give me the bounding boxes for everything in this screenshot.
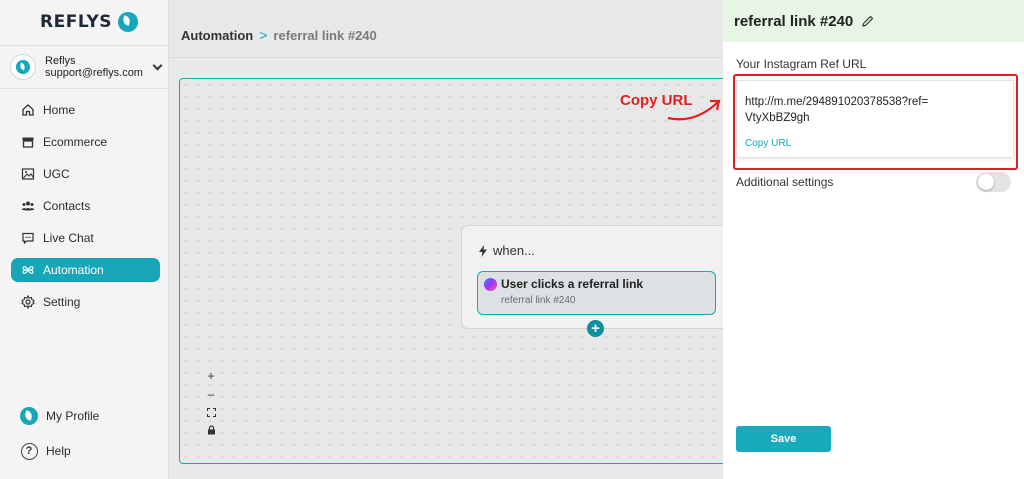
brand-mark-icon	[118, 12, 139, 32]
sidebar-item-automation[interactable]: Automation	[11, 258, 160, 282]
add-step-button[interactable]: +	[587, 320, 604, 337]
sidebar-item-label: Contacts	[43, 199, 91, 213]
account-switcher[interactable]: Reflys support@reflys.com	[0, 45, 169, 89]
toggle-knob	[978, 174, 994, 190]
ref-url-box: http://m.me/294891020378538?ref=VtyXbBZ9…	[736, 80, 1014, 158]
users-icon	[21, 199, 35, 213]
trigger-card[interactable]: User clicks a referral link referral lin…	[477, 271, 716, 315]
annotation-arrow-icon	[667, 99, 721, 121]
trigger-title-text: when...	[493, 243, 535, 258]
my-profile-label: My Profile	[46, 409, 100, 423]
sidebar-item-setting[interactable]: Setting	[11, 290, 160, 314]
sidebar-item-label: Ecommerce	[43, 135, 108, 149]
fit-view-icon[interactable]	[204, 404, 218, 420]
breadcrumb-root[interactable]: Automation	[181, 28, 253, 43]
automation-icon	[21, 263, 35, 277]
account-name: Reflys	[45, 55, 76, 67]
image-icon	[21, 167, 35, 181]
sidebar: REFLYS Reflys support@reflys.com Home Ec…	[0, 0, 169, 479]
sidebar-item-contacts[interactable]: Contacts	[11, 194, 160, 218]
additional-settings-toggle[interactable]	[976, 172, 1011, 192]
trigger-card-title: User clicks a referral link	[501, 277, 644, 291]
brand-logo[interactable]: REFLYS	[40, 12, 139, 32]
lightning-icon	[479, 244, 487, 257]
profile-avatar-icon	[20, 407, 38, 425]
edit-pencil-icon[interactable]	[861, 14, 875, 28]
sidebar-item-label: Setting	[43, 295, 81, 309]
trigger-card-subtitle: referral link #240	[501, 295, 576, 306]
breadcrumb: Automation > referral link #240	[181, 27, 377, 43]
brand-mark-icon	[20, 407, 38, 425]
account-email: support@reflys.com	[45, 67, 143, 79]
brand-mark-icon	[16, 60, 30, 74]
home-icon	[21, 103, 35, 117]
sidebar-item-label: UGC	[43, 167, 70, 181]
additional-settings-label: Additional settings	[736, 175, 834, 189]
sidebar-item-ugc[interactable]: UGC	[11, 162, 160, 186]
zoom-in-button[interactable]: +	[204, 368, 218, 384]
panel-header: referral link #240	[723, 0, 1024, 42]
chevron-down-icon[interactable]	[152, 60, 163, 71]
help-label: Help	[46, 444, 71, 458]
store-icon	[21, 135, 35, 149]
trigger-node[interactable]: when... User clicks a referral link refe…	[461, 225, 731, 329]
gear-icon	[21, 295, 35, 309]
sidebar-item-label: Home	[43, 103, 76, 117]
sidebar-item-home[interactable]: Home	[11, 98, 160, 122]
lock-icon[interactable]	[204, 422, 218, 438]
my-profile-button[interactable]: My Profile	[20, 407, 99, 425]
trigger-node-title: when...	[478, 243, 535, 258]
sidebar-item-live-chat[interactable]: Live Chat	[11, 226, 160, 250]
help-icon: ?	[20, 442, 38, 460]
sidebar-item-label: Automation	[43, 263, 104, 277]
sidebar-nav: Home Ecommerce UGC Contacts Live Chat Au…	[11, 98, 160, 322]
breadcrumb-separator: >	[259, 27, 268, 43]
sidebar-item-ecommerce[interactable]: Ecommerce	[11, 130, 160, 154]
url-label: Your Instagram Ref URL	[736, 57, 867, 71]
breadcrumb-current: referral link #240	[273, 27, 377, 43]
ref-url-value[interactable]: http://m.me/294891020378538?ref=VtyXbBZ9…	[745, 94, 935, 126]
logo-text: REFLYS	[40, 12, 113, 32]
top-bar: Automation > referral link #240	[169, 0, 723, 58]
panel-title: referral link #240	[734, 12, 854, 30]
canvas-controls: + –	[204, 368, 218, 440]
zoom-out-button[interactable]: –	[204, 386, 218, 402]
chat-icon	[21, 231, 35, 245]
save-button[interactable]: Save	[736, 426, 831, 452]
settings-panel: referral link #240 Your Instagram Ref UR…	[723, 0, 1024, 479]
messenger-icon	[484, 278, 497, 291]
copy-url-link[interactable]: Copy URL	[745, 138, 791, 149]
account-info: Reflys support@reflys.com	[45, 55, 143, 79]
help-button[interactable]: ? Help	[20, 442, 71, 460]
sidebar-item-label: Live Chat	[43, 231, 94, 245]
avatar	[10, 54, 36, 80]
